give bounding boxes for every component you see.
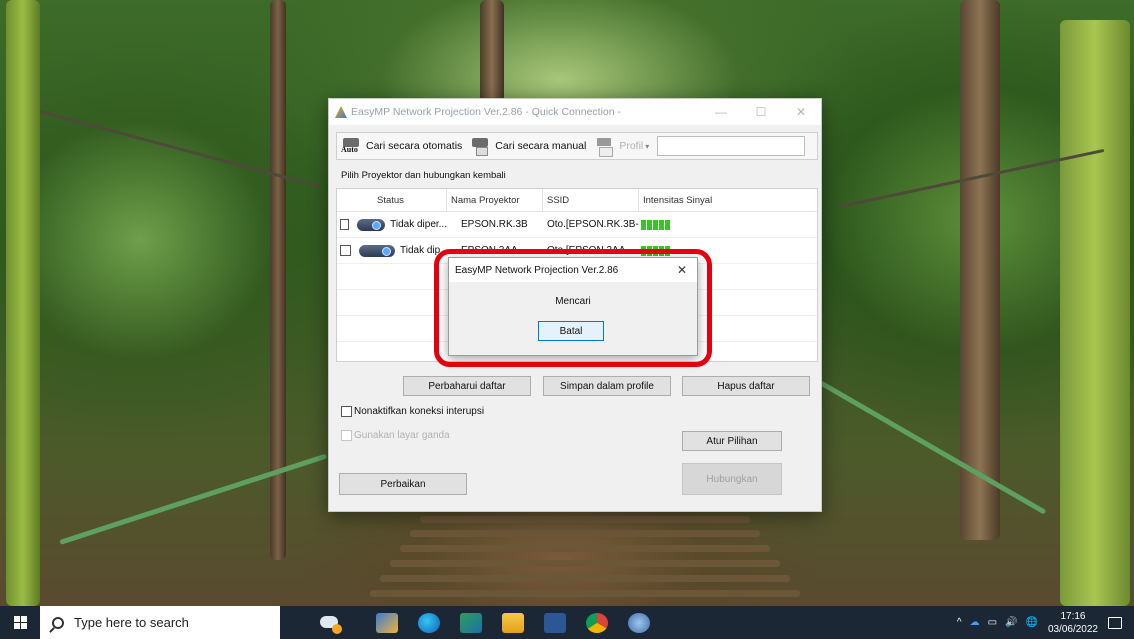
auto-search-icon — [341, 136, 363, 156]
close-button[interactable]: ✕ — [781, 105, 821, 119]
connect-button[interactable]: Hubungkan — [682, 463, 782, 495]
checkbox-box[interactable] — [341, 406, 352, 417]
column-ssid[interactable]: SSID — [543, 189, 639, 211]
row-checkbox[interactable] — [340, 245, 351, 256]
bridge-plank — [380, 575, 790, 582]
row-status: Tidak dip — [400, 245, 441, 256]
file-explorer-icon[interactable] — [502, 612, 524, 633]
multi-screen-label: Gunakan layar ganda — [354, 430, 450, 441]
projector-icon — [357, 218, 386, 231]
bridge-rope — [818, 380, 1047, 515]
column-name[interactable]: Nama Proyektor — [447, 189, 543, 211]
bridge-plank — [370, 590, 800, 597]
word-icon[interactable] — [544, 612, 566, 633]
row-checkbox[interactable] — [340, 219, 350, 230]
highlight-annotation — [434, 249, 712, 367]
chrome-icon[interactable] — [586, 612, 608, 633]
auto-search-label: Cari secara otomatis — [366, 140, 463, 152]
taskbar-clock[interactable]: 17:16 03/06/2022 — [1048, 610, 1098, 636]
bridge-plank — [400, 545, 770, 552]
profile-search-input[interactable] — [657, 136, 806, 156]
tree-trunk — [480, 0, 504, 110]
save-profile-button[interactable]: Simpan dalam profile — [543, 376, 671, 396]
checkbox-box[interactable] — [341, 430, 352, 441]
manual-search-button[interactable]: Cari secara manual — [466, 134, 590, 158]
signal-bar — [659, 219, 664, 230]
disable-interrupt-label: Nonaktifkan koneksi interupsi — [354, 406, 485, 417]
battery-icon[interactable]: ▭ — [988, 617, 997, 628]
multi-screen-checkbox[interactable]: Gunakan layar ganda — [341, 430, 450, 441]
clock-time: 17:16 — [1060, 610, 1086, 622]
bridge-plank — [420, 516, 750, 523]
easymp-taskbar-icon[interactable] — [628, 612, 650, 633]
row-name: EPSON.RK.3B — [461, 219, 528, 230]
signal-strength-icon — [641, 219, 670, 230]
column-signal[interactable]: Intensitas Sinyal — [639, 189, 817, 211]
taskbar-search-box[interactable]: Type here to search — [40, 606, 280, 639]
window-titlebar[interactable]: EasyMP Network Projection Ver.2.86 - Qui… — [329, 99, 821, 125]
app-icon[interactable] — [376, 612, 398, 633]
profile-dropdown-icon[interactable]: ▾ — [645, 142, 649, 151]
tree-trunk — [1060, 20, 1130, 606]
bridge-plank — [410, 530, 760, 537]
language-icon[interactable]: 🌐 — [1025, 617, 1037, 628]
profile-icon — [594, 136, 616, 157]
options-button[interactable]: Atur Pilihan — [682, 431, 782, 451]
projector-list-header: Status Nama Proyektor SSID Intensitas Si… — [337, 189, 817, 212]
window-title: EasyMP Network Projection Ver.2.86 - Qui… — [351, 106, 622, 118]
edge-browser-icon[interactable] — [418, 612, 440, 633]
tree-trunk — [6, 0, 40, 606]
onedrive-icon[interactable]: ☁ — [970, 617, 980, 628]
row-ssid: Oto.[EPSON.RK.3B-... — [547, 219, 639, 230]
clock-date: 03/06/2022 — [1047, 623, 1098, 635]
signal-bar — [653, 219, 658, 230]
refresh-list-button[interactable]: Perbaharui daftar — [403, 376, 531, 396]
maximize-button[interactable]: ☐ — [741, 105, 781, 119]
disable-interrupt-checkbox[interactable]: Nonaktifkan koneksi interupsi — [341, 406, 484, 417]
weather-icon[interactable] — [318, 612, 348, 634]
start-button[interactable] — [0, 606, 40, 639]
windows-logo-icon — [13, 616, 27, 629]
profile-label: Profil — [619, 140, 644, 152]
profile-button[interactable]: Profil ▾ — [590, 134, 653, 158]
signal-bar — [665, 219, 670, 230]
signal-bar — [641, 219, 646, 230]
clear-list-button[interactable]: Hapus daftar — [682, 376, 810, 396]
notification-icon[interactable] — [1108, 616, 1122, 629]
search-placeholder: Type here to search — [74, 615, 189, 630]
minimize-button[interactable]: — — [701, 105, 741, 119]
toolbar: Cari secara otomatis Cari secara manual … — [336, 132, 818, 160]
repair-button[interactable]: Perbaikan — [339, 473, 467, 495]
search-icon — [52, 616, 64, 629]
bridge-rope — [59, 453, 328, 545]
manual-search-icon — [470, 136, 492, 156]
select-projector-label: Pilih Proyektor dan hubungkan kembali — [341, 170, 506, 181]
signal-bar — [647, 219, 652, 230]
photos-icon[interactable] — [460, 612, 482, 633]
row-status: Tidak diper... — [390, 219, 447, 230]
auto-search-button[interactable]: Cari secara otomatis — [337, 134, 466, 158]
taskbar: Type here to search ^ ☁ ▭ 🔊 🌐 17:16 03/0… — [0, 606, 1134, 639]
column-status[interactable]: Status — [337, 189, 447, 211]
table-row[interactable]: Tidak diper... EPSON.RK.3B Oto.[EPSON.RK… — [337, 212, 817, 238]
bridge-plank — [390, 560, 780, 567]
tray-chevron-icon[interactable]: ^ — [957, 617, 962, 628]
tree-trunk — [960, 0, 1000, 540]
projector-icon — [359, 244, 395, 257]
volume-icon[interactable]: 🔊 — [1005, 617, 1017, 628]
system-tray: ^ ☁ ▭ 🔊 🌐 17:16 03/06/2022 — [953, 610, 1134, 636]
manual-search-label: Cari secara manual — [495, 140, 587, 152]
window-controls: — ☐ ✕ — [701, 105, 821, 119]
easymp-app-icon — [335, 106, 347, 118]
